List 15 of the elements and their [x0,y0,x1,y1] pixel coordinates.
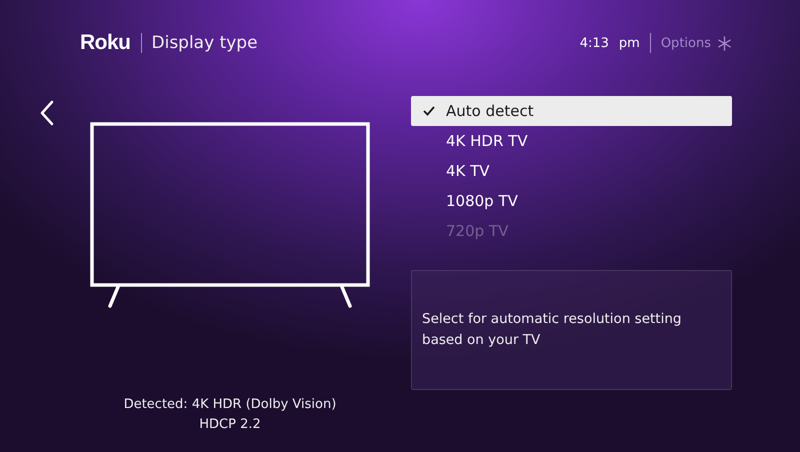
back-chevron-icon[interactable] [40,100,54,126]
clock-period: pm [618,36,640,50]
checkmark-icon [423,106,435,116]
asterisk-icon [717,36,732,50]
menu-item[interactable]: Auto detect [411,96,732,126]
page-title: Display type [152,33,258,53]
description-text: Select for automatic resolution setting based on your TV [422,310,682,350]
detected-info-text: HDCP 2.2 [199,416,261,434]
clock-time: 4:13 [580,36,609,50]
menu-item[interactable]: 1080p TV [411,186,732,216]
menu-item[interactable]: 4K TV [411,156,732,186]
menu-item[interactable]: 4K HDR TV [411,126,732,156]
logo: Roku [80,31,130,55]
detected-info-text: Detected: 4K HDR (Dolby Vision) [124,396,336,414]
options-label: Options [660,36,711,50]
